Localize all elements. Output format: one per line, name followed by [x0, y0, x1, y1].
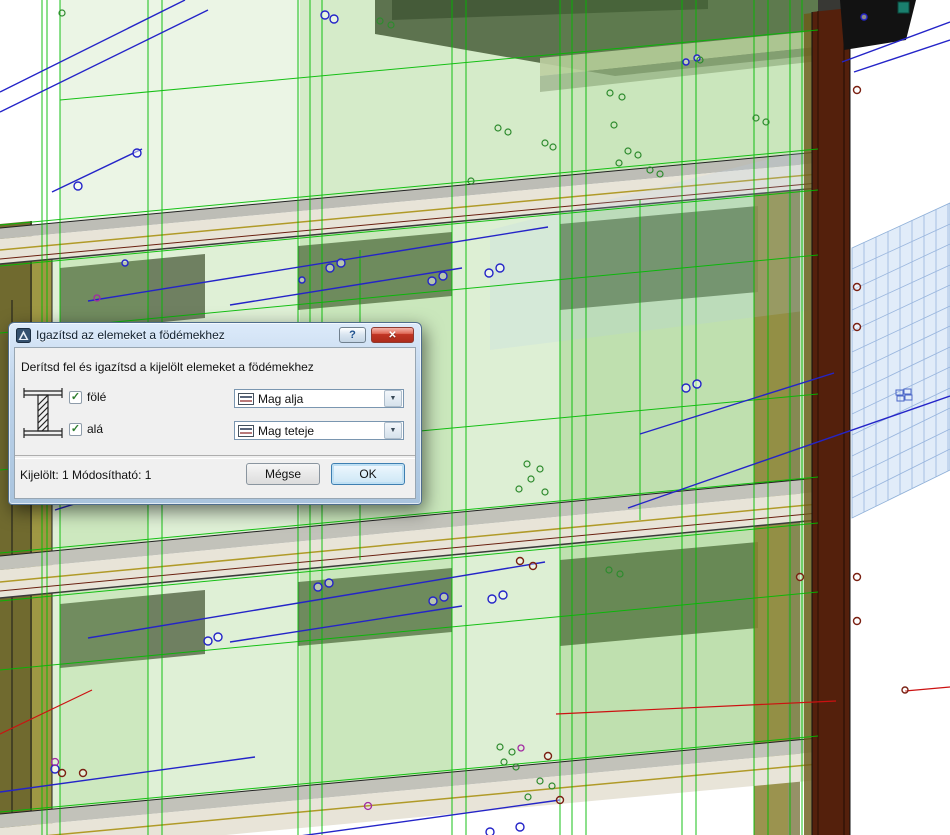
help-button[interactable]: ? [339, 327, 366, 343]
dialog-titlebar[interactable]: Igazítsd az elemeket a födémekhez ? ✕ [14, 323, 416, 347]
checkbox-above-label: fölé [87, 390, 107, 404]
grid-plane [851, 202, 950, 519]
level-icon [238, 424, 254, 437]
selection-status: Kijelölt: 1 Módosítható: 1 [20, 468, 152, 482]
check-icon: ✓ [70, 391, 81, 403]
align-elements-dialog: Igazítsd az elemeket a födémekhez ? ✕ De… [8, 322, 422, 505]
close-button[interactable]: ✕ [371, 327, 414, 343]
application-window: Igazítsd az elemeket a födémekhez ? ✕ De… [0, 0, 950, 835]
dialog-description: Derítsd fel és igazítsd a kijelölt eleme… [21, 360, 314, 374]
help-icon: ? [349, 329, 356, 341]
dialog-title: Igazítsd az elemeket a födémekhez [36, 328, 225, 342]
cancel-button[interactable]: Mégse [246, 463, 320, 485]
checkbox-above[interactable]: ✓ [69, 390, 82, 404]
dropdown-below-arrow[interactable]: ▼ [384, 422, 402, 439]
dropdown-above-value: Mag alja [258, 391, 304, 406]
dropdown-above-arrow[interactable]: ▼ [384, 390, 402, 407]
above-row: ✓ fölé [69, 390, 106, 404]
dropdown-below-value: Mag teteje [258, 423, 315, 438]
ok-button[interactable]: OK [331, 463, 405, 485]
chevron-down-icon: ▼ [389, 395, 397, 402]
beam-section-icon [23, 388, 63, 438]
level-icon [238, 392, 254, 405]
checkbox-below-label: alá [87, 422, 104, 436]
corner-node-marker [897, 1, 910, 14]
check-icon: ✓ [70, 423, 81, 435]
close-icon: ✕ [388, 329, 397, 341]
below-row: ✓ alá [69, 422, 103, 436]
app-icon [16, 327, 31, 343]
dropdown-below-level[interactable]: Mag teteje ▼ [234, 421, 404, 440]
checkbox-below[interactable]: ✓ [69, 422, 82, 436]
dialog-content: Derítsd fel és igazítsd a kijelölt eleme… [14, 347, 416, 499]
chevron-down-icon: ▼ [389, 427, 397, 434]
dropdown-above-level[interactable]: Mag alja ▼ [234, 389, 404, 408]
separator [15, 455, 415, 459]
